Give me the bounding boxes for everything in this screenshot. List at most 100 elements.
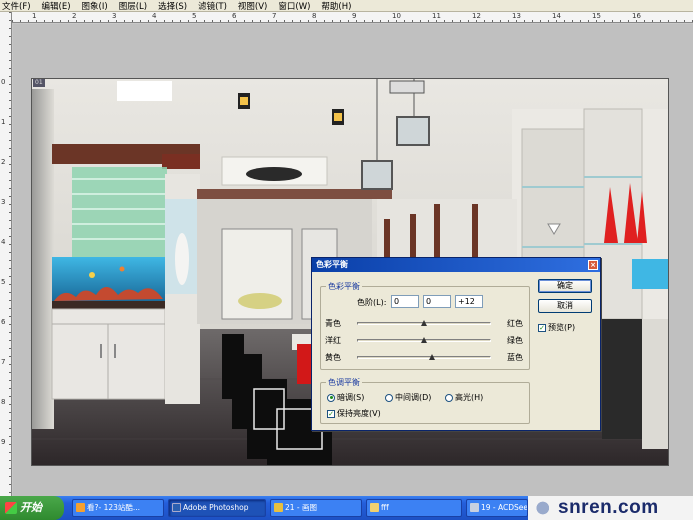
dialog-title: 色彩平衡 xyxy=(316,260,348,269)
radio-shadows-label: 暗调(S) xyxy=(337,393,365,402)
watermark: snren.com xyxy=(528,496,693,520)
browser-icon xyxy=(76,503,85,512)
radio-midtones-label: 中间调(D) xyxy=(395,393,432,402)
ruler-tick-label: 1 xyxy=(1,118,6,126)
slider-green-label: 绿色 xyxy=(507,336,523,345)
slider-magenta-label: 洋红 xyxy=(325,336,341,345)
ruler-tick-label: 14 xyxy=(552,12,561,20)
ruler-tick-label: 10 xyxy=(392,12,401,20)
slider-cyan-red[interactable]: 青色 红色 xyxy=(321,317,529,329)
ruler-tick-label: 0 xyxy=(1,78,6,86)
preserve-luminosity-label: 保持亮度(V) xyxy=(337,409,381,418)
menu-edit[interactable]: 编辑(E) xyxy=(42,0,71,12)
menu-file[interactable]: 文件(F) xyxy=(2,0,31,12)
windows-logo-icon xyxy=(5,502,17,514)
ruler-tick-label: 16 xyxy=(632,12,641,20)
ruler-tick-label: 2 xyxy=(1,158,6,166)
slider-cyan-label: 青色 xyxy=(325,319,341,328)
taskbar-item-photoshop[interactable]: Adobe Photoshop xyxy=(168,499,266,517)
levels-label: 色阶(L): xyxy=(357,298,387,307)
slider-thumb[interactable] xyxy=(421,320,427,326)
ruler-tick-label: 8 xyxy=(1,398,6,406)
tone-balance-group-label: 色调平衡 xyxy=(326,377,362,388)
check-icon[interactable]: ✓ xyxy=(327,409,335,418)
ruler-tick-label: 6 xyxy=(1,318,6,326)
ruler-tick-label: 8 xyxy=(312,12,317,20)
radio-midtones-indicator[interactable] xyxy=(385,393,393,402)
taskbar-item-acdsee[interactable]: 19 - ACDSee xyxy=(466,499,528,517)
menu-image[interactable]: 图象(I) xyxy=(82,0,108,12)
taskbar-item-label: Adobe Photoshop xyxy=(183,503,249,512)
radio-midtones[interactable]: 中间调(D) xyxy=(385,392,431,403)
ruler-vertical[interactable]: 0 1 2 3 4 5 6 7 8 9 xyxy=(0,12,12,496)
tone-balance-group: 色调平衡 暗调(S) 中间调(D) 高光(H) ✓ 保持亮度(V) xyxy=(320,377,530,424)
slider-yellow-blue[interactable]: 黄色 蓝色 xyxy=(321,351,529,363)
taskbar-item-label: fff xyxy=(381,503,389,512)
color-balance-group-label: 色彩平衡 xyxy=(326,281,362,292)
taskbar-item-browser[interactable]: 看?- 123站酷... xyxy=(72,499,164,517)
ruler-tick-label: 7 xyxy=(1,358,6,366)
slider-magenta-green[interactable]: 洋红 绿色 xyxy=(321,334,529,346)
dialog-titlebar[interactable]: 色彩平衡 × xyxy=(312,258,600,272)
start-button[interactable]: 开始 xyxy=(0,496,64,520)
radio-highlights-indicator[interactable] xyxy=(445,393,453,402)
menu-bar: 文件(F) 编辑(E) 图象(I) 图层(L) 选择(S) 滤镜(T) 视图(V… xyxy=(0,0,693,12)
ruler-tick-label: 2 xyxy=(72,12,77,20)
ruler-tick-label: 4 xyxy=(152,12,157,20)
preview-checkbox[interactable]: ✓ 预览(P) xyxy=(538,322,575,333)
ruler-tick-label: 13 xyxy=(512,12,521,20)
ruler-tick-label: 15 xyxy=(592,12,601,20)
menu-view[interactable]: 视图(V) xyxy=(238,0,267,12)
color-balance-group: 色彩平衡 色阶(L): 0 0 +12 青色 红色 洋红 绿色 黄色 蓝色 xyxy=(320,281,530,370)
document-tab[interactable]: 01 xyxy=(33,79,45,87)
color-balance-dialog: 色彩平衡 × 色彩平衡 色阶(L): 0 0 +12 青色 红色 洋红 绿色 黄… xyxy=(311,257,601,431)
ruler-tick-label: 1 xyxy=(32,12,37,20)
ruler-tick-label: 9 xyxy=(352,12,357,20)
paint-icon xyxy=(274,503,283,512)
ruler-tick-label: 4 xyxy=(1,238,6,246)
check-icon[interactable]: ✓ xyxy=(538,323,546,332)
slider-thumb[interactable] xyxy=(421,337,427,343)
slider-blue-label: 蓝色 xyxy=(507,353,523,362)
photoshop-icon xyxy=(172,503,181,512)
taskbar-item-paint[interactable]: 21 - 画图 xyxy=(270,499,362,517)
ruler-horizontal[interactable]: 1 2 3 4 5 6 7 8 9 10 11 12 13 14 15 16 xyxy=(12,12,693,23)
slider-track[interactable] xyxy=(357,356,491,359)
slider-thumb[interactable] xyxy=(429,354,436,360)
menu-filter[interactable]: 滤镜(T) xyxy=(198,0,227,12)
ruler-tick-label: 3 xyxy=(1,198,6,206)
ruler-tick-label: 9 xyxy=(1,438,6,446)
menu-window[interactable]: 窗口(W) xyxy=(278,0,310,12)
taskbar-item-label: 21 - 画图 xyxy=(285,503,318,512)
menu-help[interactable]: 帮助(H) xyxy=(321,0,351,12)
level-yellow-blue-field[interactable]: +12 xyxy=(455,295,483,308)
taskbar-item-label: 看?- 123站酷... xyxy=(87,503,141,512)
ruler-tick-label: 3 xyxy=(112,12,117,20)
radio-highlights[interactable]: 高光(H) xyxy=(445,392,483,403)
radio-highlights-label: 高光(H) xyxy=(455,393,484,402)
watermark-text: snren.com xyxy=(558,497,659,518)
menu-select[interactable]: 选择(S) xyxy=(158,0,187,12)
taskbar-item-folder[interactable]: fff xyxy=(366,499,462,517)
start-label: 开始 xyxy=(20,501,42,514)
radio-shadows-indicator[interactable] xyxy=(327,393,335,402)
close-icon[interactable]: × xyxy=(588,260,598,270)
level-cyan-red-field[interactable]: 0 xyxy=(391,295,419,308)
preserve-luminosity-checkbox[interactable]: ✓ 保持亮度(V) xyxy=(327,408,381,419)
slider-yellow-label: 黄色 xyxy=(325,353,341,362)
watermark-logo-icon xyxy=(534,500,556,516)
ruler-tick-label: 12 xyxy=(472,12,481,20)
acdsee-icon xyxy=(470,503,479,512)
taskbar-item-label: 19 - ACDSee xyxy=(481,503,528,512)
slider-red-label: 红色 xyxy=(507,319,523,328)
ruler-tick-label: 11 xyxy=(432,12,441,20)
folder-icon xyxy=(370,503,379,512)
ruler-tick-label: 6 xyxy=(232,12,237,20)
menu-layer[interactable]: 图层(L) xyxy=(119,0,147,12)
level-magenta-green-field[interactable]: 0 xyxy=(423,295,451,308)
ruler-tick-label: 7 xyxy=(272,12,277,20)
ok-button[interactable]: 确定 xyxy=(538,279,592,293)
cancel-button[interactable]: 取消 xyxy=(538,299,592,313)
radio-shadows[interactable]: 暗调(S) xyxy=(327,392,364,403)
preview-label: 预览(P) xyxy=(548,323,576,332)
